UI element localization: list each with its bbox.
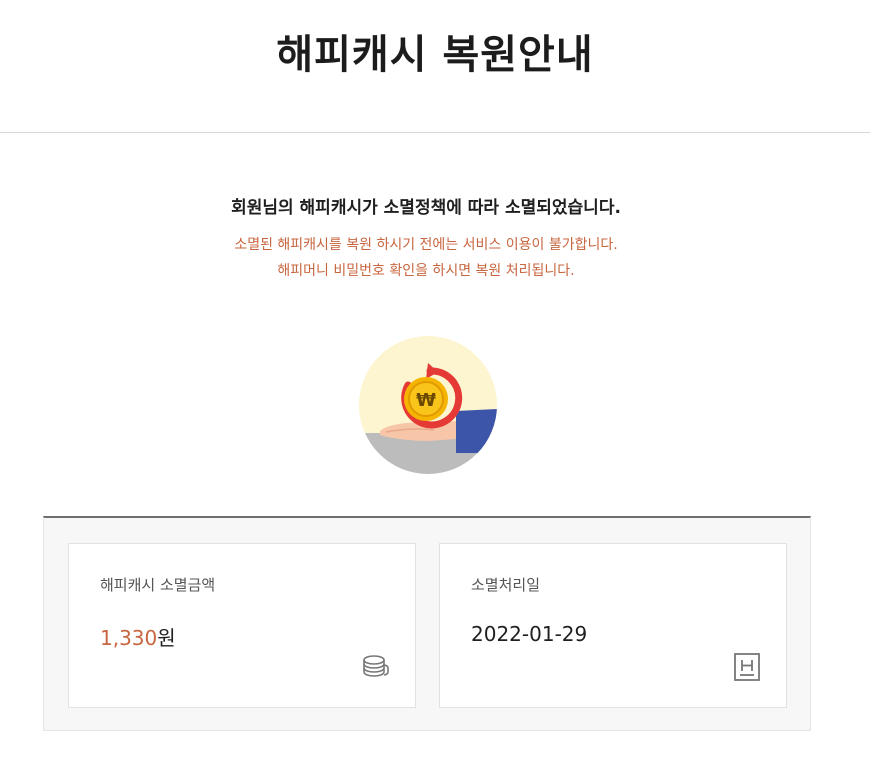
expired-amount-value: 1,330원 bbox=[100, 622, 176, 651]
won-symbol: ₩ bbox=[416, 390, 436, 411]
page-header: 해피캐시 복원안내 bbox=[0, 0, 870, 133]
expiry-date-card: 소멸처리일 2022-01-29 bbox=[439, 543, 787, 708]
expired-amount-label: 해피캐시 소멸금액 bbox=[100, 576, 216, 594]
notice-sub-text-1: 소멸된 해피캐시를 복원 하시기 전에는 서비스 이용이 불가합니다. bbox=[234, 237, 618, 253]
calendar-h-icon bbox=[732, 652, 762, 682]
coin-stack-icon bbox=[361, 652, 391, 682]
notice-main-text: 회원님의 해피캐시가 소멸정책에 따라 소멸되었습니다. bbox=[231, 198, 621, 218]
expired-amount-number: 1,330 bbox=[100, 626, 158, 650]
expiry-date-value: 2022-01-29 bbox=[471, 622, 588, 646]
notice-sub-text-2: 해피머니 비밀번호 확인을 하시면 복원 처리됩니다. bbox=[277, 263, 575, 279]
restore-coin-hand-icon: ₩ bbox=[358, 335, 498, 475]
page-title: 해피캐시 복원안내 bbox=[276, 32, 594, 78]
expired-amount-card: 해피캐시 소멸금액 1,330원 bbox=[68, 543, 416, 708]
expiry-date-label: 소멸처리일 bbox=[471, 576, 541, 594]
expired-amount-unit: 원 bbox=[157, 626, 176, 650]
expiry-summary-panel: 해피캐시 소멸금액 1,330원 소멸처리일 2022-01-29 bbox=[43, 516, 811, 731]
